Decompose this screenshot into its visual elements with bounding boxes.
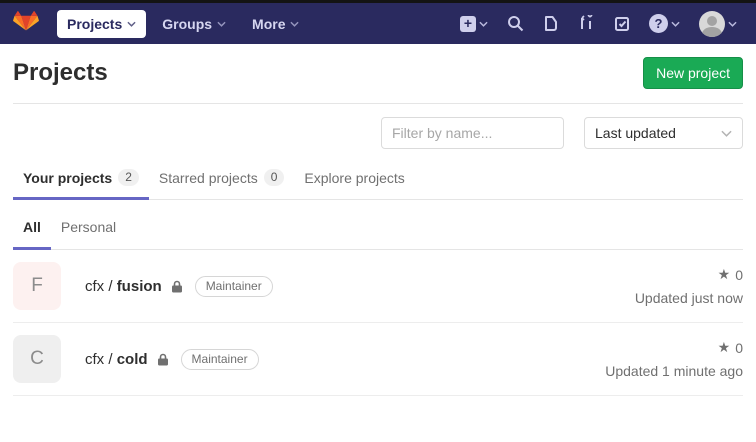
tab-your-projects[interactable]: Your projects 2 <box>13 159 149 200</box>
filter-toolbar: Last updated <box>13 104 743 159</box>
sort-dropdown[interactable]: Last updated <box>584 117 743 149</box>
tab-explore-projects[interactable]: Explore projects <box>294 159 414 200</box>
page-header: Projects New project <box>13 44 743 103</box>
merge-request-icon <box>578 15 595 32</box>
nav-more-dropdown[interactable]: More <box>242 10 309 38</box>
navbar-menu: Projects Groups More <box>57 10 309 38</box>
user-avatar <box>699 11 725 37</box>
updated-timestamp: Updated just now <box>635 290 743 306</box>
chevron-down-icon <box>217 21 226 27</box>
filter-by-name-input[interactable] <box>381 117 564 149</box>
todo-check-icon <box>614 16 630 32</box>
star-icon: ★ <box>718 266 731 283</box>
chevron-down-icon <box>479 21 488 27</box>
help-icon: ? <box>649 14 668 33</box>
navbar-actions: + <box>454 6 743 42</box>
nav-groups-label: Groups <box>162 16 212 32</box>
sort-dropdown-value: Last updated <box>595 125 676 141</box>
role-badge: Maintainer <box>195 276 273 297</box>
project-meta: ★ 0 Updated 1 minute ago <box>605 339 743 379</box>
project-avatar[interactable]: F <box>13 262 61 310</box>
chevron-down-icon <box>728 21 737 27</box>
scope-tab-personal[interactable]: Personal <box>51 209 126 250</box>
merge-requests-button[interactable] <box>572 10 601 37</box>
nav-groups-dropdown[interactable]: Groups <box>152 10 236 38</box>
avatar-initial: F <box>31 275 43 297</box>
role-badge: Maintainer <box>181 349 259 370</box>
nav-projects-dropdown[interactable]: Projects <box>57 10 146 38</box>
project-row: F cfx / fusion Maintainer ★ 0 Updated ju <box>13 250 743 323</box>
help-menu-button[interactable]: ? <box>643 9 686 38</box>
project-namespace: cfx / <box>85 351 113 368</box>
private-lock-icon <box>157 353 169 366</box>
star-count[interactable]: ★ 0 <box>635 266 743 283</box>
tab-count-badge: 0 <box>264 169 285 186</box>
project-avatar[interactable]: C <box>13 335 61 383</box>
private-lock-icon <box>171 280 183 293</box>
project-row: C cfx / cold Maintainer ★ 0 Updated 1 mi <box>13 323 743 396</box>
star-count[interactable]: ★ 0 <box>605 339 743 356</box>
nav-projects-label: Projects <box>67 16 122 32</box>
project-list: F cfx / fusion Maintainer ★ 0 Updated ju <box>13 250 743 396</box>
updated-timestamp: Updated 1 minute ago <box>605 363 743 379</box>
project-info: cfx / fusion Maintainer <box>85 276 273 297</box>
tab-label: Starred projects <box>159 170 258 186</box>
star-count-value: 0 <box>735 267 743 283</box>
search-button[interactable] <box>501 10 530 37</box>
avatar-initial: C <box>30 348 44 370</box>
search-icon <box>507 15 524 32</box>
scope-tab-all[interactable]: All <box>13 209 51 250</box>
project-name: cold <box>117 351 148 368</box>
nav-more-label: More <box>252 16 285 32</box>
tab-starred-projects[interactable]: Starred projects 0 <box>149 159 295 200</box>
issues-button[interactable] <box>537 10 565 37</box>
project-name: fusion <box>117 278 162 295</box>
project-info: cfx / cold Maintainer <box>85 349 259 370</box>
todos-button[interactable] <box>608 11 636 37</box>
user-menu-button[interactable] <box>693 6 743 42</box>
project-link[interactable]: cfx / fusion <box>85 278 162 295</box>
project-tabs: Your projects 2 Starred projects 0 Explo… <box>13 159 743 200</box>
chevron-down-icon <box>721 130 732 137</box>
tab-label: Explore projects <box>304 170 404 186</box>
chevron-down-icon <box>290 21 299 27</box>
star-icon: ★ <box>718 339 731 356</box>
star-count-value: 0 <box>735 340 743 356</box>
project-link[interactable]: cfx / cold <box>85 351 148 368</box>
issues-icon <box>543 15 559 32</box>
top-navbar: Projects Groups More + <box>0 0 756 44</box>
new-project-button[interactable]: New project <box>643 57 743 89</box>
page-container: Projects New project Last updated Your p… <box>0 44 756 396</box>
plus-icon: + <box>460 16 476 32</box>
gitlab-logo-icon[interactable] <box>13 11 39 36</box>
scope-tabs: All Personal <box>13 209 743 250</box>
project-meta: ★ 0 Updated just now <box>635 266 743 306</box>
chevron-down-icon <box>671 21 680 27</box>
project-namespace: cfx / <box>85 278 113 295</box>
tab-count-badge: 2 <box>118 169 139 186</box>
new-menu-button[interactable]: + <box>454 11 494 37</box>
page-title: Projects <box>13 59 108 87</box>
tab-label: Your projects <box>23 170 112 186</box>
chevron-down-icon <box>127 21 136 27</box>
